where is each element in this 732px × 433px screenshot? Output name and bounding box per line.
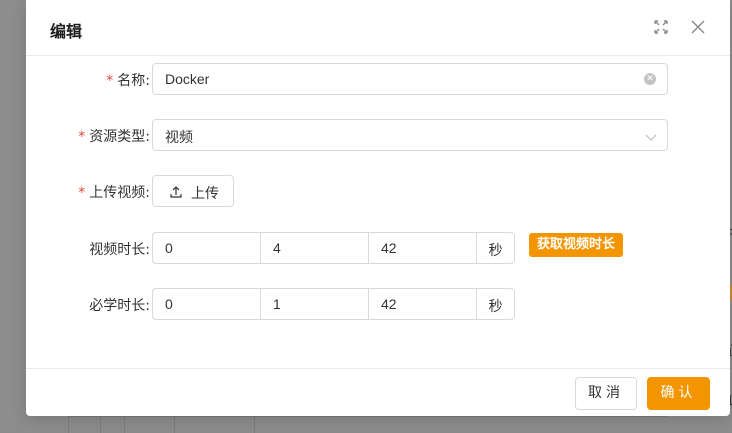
required-seconds-input[interactable]: 42 [368, 288, 477, 320]
name-label: * 名称: [106, 73, 150, 89]
clear-icon[interactable]: ✕ [644, 73, 656, 85]
seconds-unit-addon: 秒 [476, 232, 515, 264]
required-mark: * [106, 73, 114, 89]
confirm-button[interactable]: 确认 [647, 377, 710, 410]
resource-type-row: * 资源类型: 视频 [26, 119, 730, 151]
name-row: * 名称: Docker ✕ [26, 63, 730, 95]
dialog-header: 编辑 [26, 0, 730, 56]
upload-icon [169, 185, 183, 199]
required-hours-input[interactable]: 0 [152, 288, 261, 320]
resource-type-select[interactable]: 视频 [152, 119, 668, 151]
fullscreen-icon[interactable] [652, 18, 670, 36]
dialog-footer: 取消 确认 [26, 368, 730, 416]
edit-dialog: 编辑 * 名称: Docker ✕ * 资源类型: 视频 * 上传视频: 上传 … [26, 0, 730, 416]
close-icon[interactable] [689, 18, 707, 36]
video-duration-row: 视频时长: 0 4 42 秒 获取视频时长 [26, 232, 730, 264]
upload-button[interactable]: 上传 [152, 175, 234, 207]
video-minutes-input[interactable]: 4 [260, 232, 369, 264]
resource-type-label: * 资源类型: [78, 129, 150, 145]
required-mark: * [78, 129, 86, 145]
video-seconds-input[interactable]: 42 [368, 232, 477, 264]
required-duration-label: 必学时长: [89, 298, 150, 314]
dialog-title: 编辑 [50, 22, 83, 41]
seconds-unit-addon: 秒 [476, 288, 515, 320]
upload-video-row: * 上传视频: 上传 [26, 175, 730, 207]
required-minutes-input[interactable]: 1 [260, 288, 369, 320]
required-duration-row: 必学时长: 0 1 42 秒 [26, 288, 730, 320]
chevron-down-icon [645, 130, 657, 142]
video-hours-input[interactable]: 0 [152, 232, 261, 264]
required-mark: * [78, 185, 86, 201]
name-input[interactable]: Docker ✕ [152, 63, 668, 95]
upload-video-label: * 上传视频: [78, 185, 150, 201]
cancel-button[interactable]: 取消 [575, 377, 637, 410]
fetch-duration-button[interactable]: 获取视频时长 [529, 233, 624, 257]
video-duration-label: 视频时长: [89, 242, 150, 258]
background-table [68, 416, 668, 433]
